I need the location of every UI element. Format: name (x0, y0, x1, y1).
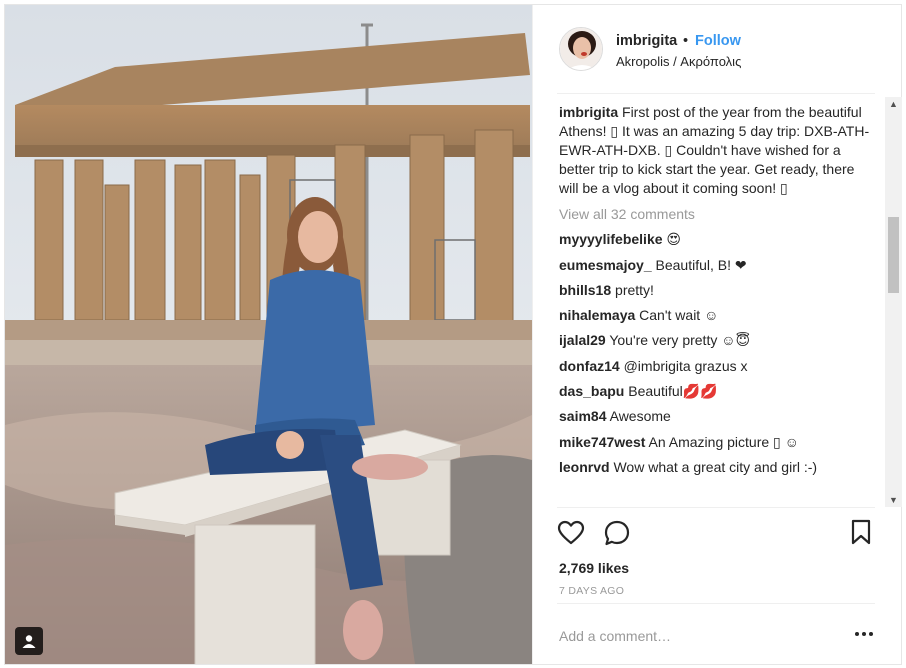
scroll-down-arrow-icon[interactable]: ▼ (885, 493, 902, 507)
comment-row: saim84 Awesome (559, 407, 877, 426)
post-caption: imbrigita First post of the year from th… (559, 103, 877, 198)
comments-list[interactable]: imbrigita First post of the year from th… (559, 103, 877, 505)
comment-row: eumesmajoy_ Beautiful, B! ❤ (559, 256, 877, 275)
actions-divider (557, 507, 875, 508)
heart-icon[interactable] (557, 519, 585, 547)
comment-text: An Amazing picture ▯ ☺ (648, 433, 799, 450)
user-tag-icon (22, 635, 36, 648)
comment-bubble-icon[interactable] (603, 519, 631, 547)
post-photo[interactable] (5, 5, 532, 664)
comment-text: Beautiful, B! ❤ (655, 256, 747, 273)
bookmark-icon[interactable] (849, 518, 873, 546)
comment-text: You're very pretty ☺😇 (609, 332, 751, 349)
more-options-icon[interactable] (855, 629, 873, 639)
follow-button[interactable]: Follow (695, 33, 741, 49)
post-header: imbrigita • Follow Akropolis / Ακρόπολις (533, 5, 902, 95)
add-comment-input[interactable] (559, 625, 829, 647)
comment-row: donfaz14 @imbrigita grazus x (559, 357, 877, 376)
scroll-up-arrow-icon[interactable]: ▲ (885, 97, 902, 111)
comment-row: ijalal29 You're very pretty ☺😇 (559, 331, 877, 350)
comment-row: nihalemaya Can't wait ☺ (559, 306, 877, 325)
comment-username[interactable]: saim84 (559, 408, 606, 424)
parthenon-photo-illustration (5, 5, 532, 664)
comments-scrollbar[interactable]: ▲ ▼ (885, 97, 902, 507)
avatar-image (560, 28, 602, 70)
comment-row: leonrvd Wow what a great city and girl :… (559, 458, 877, 477)
comment-username[interactable]: leonrvd (559, 459, 610, 475)
header-username[interactable]: imbrigita (616, 33, 677, 49)
likes-count[interactable]: 2,769 likes (559, 560, 629, 576)
scrollbar-thumb[interactable] (888, 217, 899, 293)
comment-row: myyyylifebelike 😍 (559, 230, 877, 249)
comment-row: mike747west An Amazing picture ▯ ☺ (559, 433, 877, 452)
comment-row: bhills18 pretty! (559, 281, 877, 300)
comment-username[interactable]: ijalal29 (559, 332, 606, 348)
comment-username[interactable]: bhills18 (559, 282, 611, 298)
comment-text: Can't wait ☺ (639, 307, 719, 324)
comment-text: 😍 (666, 231, 682, 248)
comment-username[interactable]: myyyylifebelike (559, 231, 663, 247)
comment-username[interactable]: nihalemaya (559, 307, 635, 323)
comment-username[interactable]: donfaz14 (559, 358, 620, 374)
tag-people-button[interactable] (15, 627, 43, 655)
post-side-panel: imbrigita • Follow Akropolis / Ακρόπολις… (532, 5, 902, 664)
comment-text: pretty! (615, 281, 654, 298)
add-comment-divider (557, 603, 875, 604)
post-age[interactable]: 7 DAYS AGO (559, 585, 624, 597)
comment-row: das_bapu Beautiful💋💋 (559, 382, 877, 401)
comment-text: Awesome (609, 408, 671, 425)
comment-username[interactable]: das_bapu (559, 383, 624, 399)
comment-text: Wow what a great city and girl :-) (613, 458, 818, 475)
caption-username[interactable]: imbrigita (559, 104, 618, 120)
comment-username[interactable]: eumesmajoy_ (559, 257, 652, 273)
comment-username[interactable]: mike747west (559, 434, 645, 450)
avatar[interactable] (559, 27, 603, 71)
comment-text: Beautiful💋💋 (628, 383, 718, 400)
location-link[interactable]: Akropolis / Ακρόπολις (616, 54, 741, 69)
comment-text: @imbrigita grazus x (623, 357, 748, 374)
header-divider (557, 93, 875, 94)
header-separator-dot: • (683, 33, 689, 49)
instagram-post: imbrigita • Follow Akropolis / Ακρόπολις… (4, 4, 902, 665)
view-all-comments-link[interactable]: View all 32 comments (559, 204, 877, 224)
